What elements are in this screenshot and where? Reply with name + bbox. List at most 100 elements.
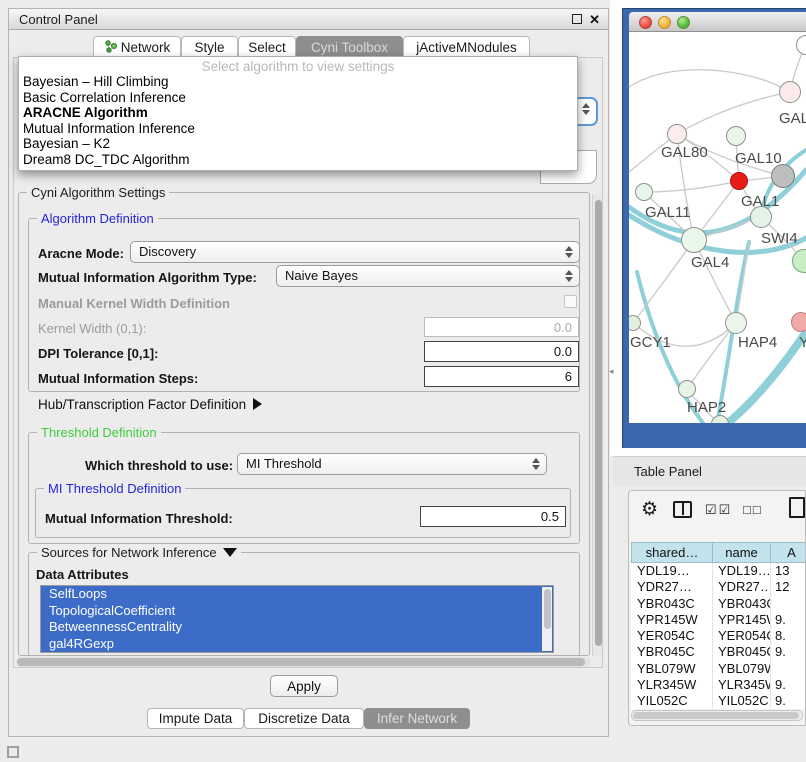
columns-icon[interactable] <box>673 501 692 518</box>
column-header-shared-name[interactable]: shared… <box>631 542 713 563</box>
cell-shared-name: YDR27… <box>631 579 713 595</box>
network-node[interactable] <box>681 227 707 253</box>
which-threshold-select[interactable]: MI Threshold <box>237 453 547 475</box>
network-node-label: Y <box>799 334 806 351</box>
mi-threshold-label: Mutual Information Threshold: <box>45 511 233 526</box>
tab-label: Discretize Data <box>258 711 350 726</box>
network-node[interactable] <box>667 124 687 144</box>
gear-icon[interactable]: ⚙ <box>641 498 658 521</box>
scrollbar-thumb[interactable] <box>544 589 551 629</box>
network-canvas[interactable]: GALGAL80GAL10GAL1GAL11SWI4GAL4GCY1HAP4YH… <box>629 32 806 423</box>
window-close-icon[interactable] <box>639 16 652 29</box>
data-attribute-item[interactable]: TopologicalCoefficient <box>41 603 553 620</box>
combo-value: Discovery <box>139 244 196 259</box>
table-row[interactable]: YIL052C YIL052C 9. <box>631 693 806 709</box>
settings-vertical-scrollbar[interactable] <box>592 194 602 656</box>
algorithm-popup-item[interactable]: ARACNE Algorithm <box>19 105 577 121</box>
mi-algorithm-type-select[interactable]: Naive Bayes <box>276 265 580 287</box>
table-row[interactable]: YBR043C YBR043C <box>631 596 806 612</box>
group-title: Cyni Algorithm Settings <box>27 185 169 200</box>
combo-arrows-icon <box>581 102 590 116</box>
network-node[interactable] <box>725 312 747 334</box>
scrollbar-thumb[interactable] <box>17 658 585 666</box>
table-row[interactable]: YLR345W YLR345W 9. <box>631 677 806 693</box>
window-minimize-icon[interactable] <box>658 16 671 29</box>
tab-impute-data[interactable]: Impute Data <box>147 708 244 729</box>
network-node-label: GAL <box>779 110 806 127</box>
network-node[interactable] <box>771 164 795 188</box>
algorithm-popup-item[interactable]: Bayesian – K2 <box>19 136 577 152</box>
network-node[interactable] <box>678 380 696 398</box>
apply-button[interactable]: Apply <box>270 675 338 697</box>
network-node-label: HAP2 <box>687 399 726 416</box>
table-row[interactable]: YDL19… YDL19… 13 <box>631 563 806 579</box>
table-row[interactable]: YBR045C YBR045C 9. <box>631 644 806 660</box>
column-header-name[interactable]: name <box>713 542 771 563</box>
cell-shared-name: YBL079W <box>631 661 713 677</box>
table-header: shared… name A <box>631 542 806 563</box>
tab-infer-network[interactable]: Infer Network <box>364 708 470 729</box>
cell-value: 13 <box>771 563 806 579</box>
cell-name: YDL19… <box>713 563 771 579</box>
network-node[interactable] <box>726 126 746 146</box>
tab-discretize-data[interactable]: Discretize Data <box>244 708 364 729</box>
cell-shared-name: YPR145W <box>631 612 713 628</box>
algorithm-popup-item[interactable]: Basic Correlation Inference <box>19 90 577 106</box>
bottom-corner-icon[interactable] <box>7 746 19 758</box>
tab-label: Network <box>121 40 171 55</box>
list-scrollbar[interactable] <box>542 587 552 651</box>
data-attributes-list: SelfLoops TopologicalCoefficient Between… <box>40 585 554 653</box>
network-node-label: GAL10 <box>735 150 782 167</box>
network-node-label: GCY1 <box>630 334 671 351</box>
data-attribute-item[interactable]: gal4RGexp <box>41 636 553 653</box>
network-node[interactable] <box>635 183 653 201</box>
tab-label: Infer Network <box>377 711 457 726</box>
algorithm-popup-item[interactable]: Bayesian – Hill Climbing <box>19 74 577 90</box>
table-horizontal-scrollbar[interactable] <box>631 710 803 721</box>
data-attribute-item[interactable]: BetweennessCentrality <box>41 619 553 636</box>
tab-label: Style <box>194 40 224 55</box>
cell-shared-name: YBR045C <box>631 644 713 660</box>
tab-label: Impute Data <box>159 711 233 726</box>
which-threshold-label: Which threshold to use: <box>85 458 233 473</box>
mi-threshold-field[interactable]: 0.5 <box>420 506 566 527</box>
panel-splitter-handle[interactable]: ◂ <box>609 366 614 377</box>
table-row[interactable]: YER054C YER054C 8. <box>631 628 806 644</box>
cell-shared-name: YIL052C <box>631 693 713 709</box>
manual-kernel-width-checkbox[interactable] <box>564 295 577 308</box>
algorithm-popup-item[interactable]: Mutual Information Inference <box>19 121 577 137</box>
table-row[interactable]: YPR145W YPR145W 9. <box>631 612 806 628</box>
table-panel-title: Table Panel <box>634 464 702 479</box>
data-attribute-item[interactable]: SelfLoops <box>41 586 553 603</box>
settings-horizontal-scrollbar[interactable] <box>16 657 591 667</box>
cell-name: YLR345W <box>713 677 771 693</box>
hub-definition-label: Hub/Transcription Factor Definition <box>38 397 246 412</box>
table-row[interactable]: YDR27… YDR27… 12 <box>631 579 806 595</box>
scrollbar-thumb[interactable] <box>595 200 602 646</box>
kernel-width-field[interactable]: 0.0 <box>424 317 579 337</box>
select-all-checkboxes-icon[interactable]: ☑☑ <box>705 502 732 518</box>
algorithm-popup-item[interactable]: Dream8 DC_TDC Algorithm <box>19 152 577 168</box>
expander-right-arrow-icon <box>253 398 262 410</box>
document-icon[interactable] <box>789 497 805 518</box>
table-panel: ⚙ ☑☑ □□ shared… name A YDL19… YDL19… 13 … <box>628 490 806 726</box>
network-node[interactable] <box>730 172 748 190</box>
hub-definition-expander[interactable]: Hub/Transcription Factor Definition <box>38 397 262 412</box>
scrollbar-thumb[interactable] <box>633 712 799 719</box>
column-header-partial[interactable]: A <box>771 542 806 563</box>
float-window-icon[interactable] <box>572 14 582 24</box>
close-icon[interactable]: ✕ <box>589 11 600 28</box>
deselect-all-checkboxes-icon[interactable]: □□ <box>743 502 763 517</box>
dpi-tolerance-field[interactable]: 0.0 <box>424 341 579 362</box>
mi-steps-field[interactable]: 6 <box>424 366 579 387</box>
table-row[interactable]: YBL079W YBL079W <box>631 661 806 677</box>
aracne-mode-select[interactable]: Discovery <box>130 241 580 263</box>
cell-name: YDR27… <box>713 579 771 595</box>
manual-kernel-width-label: Manual Kernel Width Definition <box>38 296 230 311</box>
network-node[interactable] <box>791 312 806 332</box>
network-node[interactable] <box>779 81 801 103</box>
network-node-label: GAL11 <box>645 204 691 221</box>
window-zoom-icon[interactable] <box>677 16 690 29</box>
mi-algorithm-type-label: Mutual Information Algorithm Type: <box>38 270 257 285</box>
kernel-width-label: Kernel Width (0,1): <box>38 321 146 336</box>
